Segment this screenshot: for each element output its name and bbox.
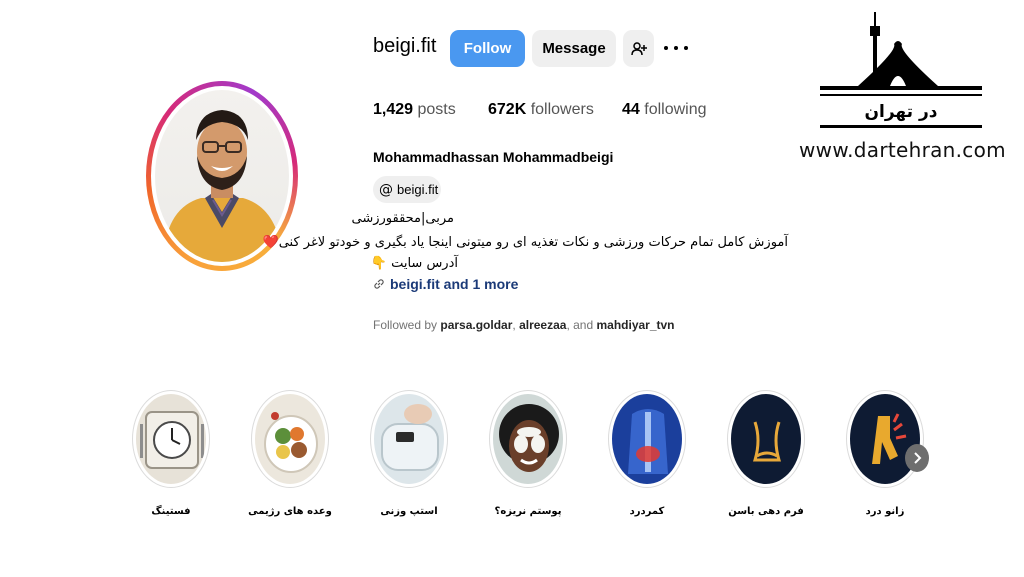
chevron-right-icon xyxy=(914,452,922,464)
bathroom-scale-icon xyxy=(381,404,439,471)
link-text: beigi.fit and 1 more xyxy=(390,276,519,292)
highlight-label: کمردرد xyxy=(629,506,665,517)
followers-label: followers xyxy=(530,101,594,118)
highlight-label: فرم دهی باسن xyxy=(728,506,804,517)
highlight-label: وعده های رژیمی xyxy=(248,506,332,517)
link-icon xyxy=(374,279,384,289)
add-person-icon xyxy=(630,41,647,55)
threads-badge[interactable]: @ beigi.fit xyxy=(373,176,441,203)
spine-icon xyxy=(628,409,668,474)
highlight-item[interactable]: فرم دهی باسن xyxy=(727,390,805,517)
message-button[interactable]: Message xyxy=(532,30,616,67)
bio-line-2: آموزش کامل تمام حرکات ورزشی و نکات تغذیه… xyxy=(262,235,788,250)
logo-text: در تهران xyxy=(865,102,938,122)
threads-icon: @ xyxy=(379,181,393,198)
highlights-next-button[interactable] xyxy=(905,444,929,472)
highlight-item[interactable]: زانو درد xyxy=(846,390,924,517)
following-label: following xyxy=(644,101,707,118)
highlight-label: فستینگ xyxy=(151,506,191,517)
highlight-item[interactable]: پوستم نریزه؟ xyxy=(489,390,567,517)
profile-username: beigi.fit xyxy=(373,35,437,57)
knee-pain-icon xyxy=(872,413,907,464)
following-count: 44 xyxy=(622,101,640,118)
bio-line-3: آدرس سایت 👇 xyxy=(370,256,458,271)
posts-label: posts xyxy=(417,101,456,118)
highlight-item[interactable]: کمردرد xyxy=(608,390,686,517)
suggest-user-button[interactable] xyxy=(623,30,654,67)
following-stat[interactable]: 44 following xyxy=(622,101,707,119)
highlight-label: پوستم نریزه؟ xyxy=(494,506,562,517)
face-mask-icon xyxy=(499,404,559,472)
followed-by-and: , and xyxy=(566,318,597,332)
healthy-food-bowl-icon xyxy=(264,412,318,473)
followed-by-user[interactable]: parsa.goldar xyxy=(440,318,512,332)
bio-line-1: مربی|محققورزشی xyxy=(351,211,454,226)
highlight-item[interactable]: استپ وزنی xyxy=(370,390,448,517)
followed-by-user[interactable]: alreezaa xyxy=(519,318,566,332)
follow-button[interactable]: Follow xyxy=(450,30,525,67)
followed-by-text[interactable]: Followed by parsa.goldar, alreezaa, and … xyxy=(373,318,675,332)
posts-stat: 1,429 posts xyxy=(373,101,456,119)
highlight-item[interactable]: وعده های رژیمی xyxy=(248,390,332,517)
posts-count: 1,429 xyxy=(373,101,414,118)
profile-full-name: Mohammadhassan Mohammadbeigi xyxy=(373,149,614,165)
threads-handle: beigi.fit xyxy=(397,182,439,197)
highlight-label: استپ وزنی xyxy=(380,506,438,517)
highlight-item[interactable]: فستینگ xyxy=(132,390,210,517)
more-options-icon[interactable] xyxy=(664,38,688,58)
highlight-label: زانو درد xyxy=(865,506,905,517)
watermark-url: www.dartehran.com xyxy=(799,138,1006,162)
clock-plate-icon xyxy=(140,411,204,469)
followers-count: 672K xyxy=(488,101,527,118)
waist-outline-icon xyxy=(752,421,782,462)
followers-stat[interactable]: 672K followers xyxy=(488,101,594,119)
external-link[interactable]: beigi.fit and 1 more xyxy=(373,276,518,292)
followed-by-user[interactable]: mahdiyar_tvn xyxy=(596,318,674,332)
followed-by-prefix: Followed by xyxy=(373,318,438,332)
